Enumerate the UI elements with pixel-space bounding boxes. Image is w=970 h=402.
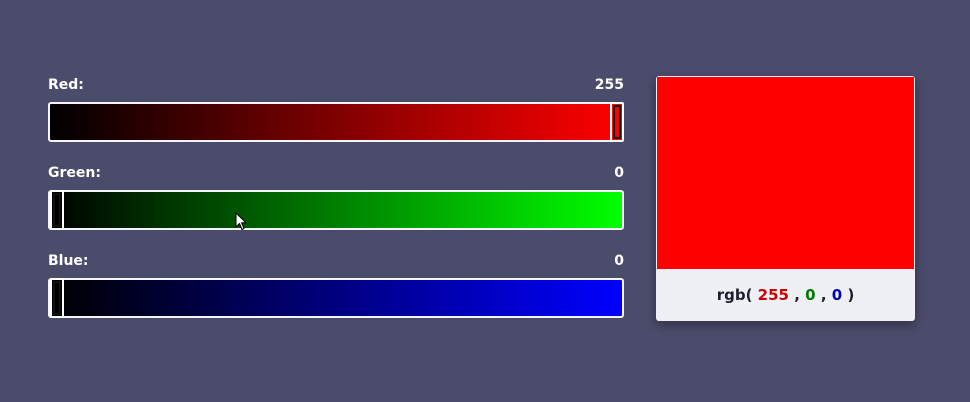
slider-green-value: 0 <box>614 165 624 181</box>
rgb-red-value: 255 <box>757 286 789 304</box>
rgb-blue-value: 0 <box>831 286 843 304</box>
rgb-readout: rgb( 255 , 0 , 0 ) <box>656 269 915 321</box>
slider-red-track[interactable] <box>48 102 624 142</box>
slider-red-label: Red: <box>48 77 84 93</box>
slider-green-label: Green: <box>48 165 101 181</box>
color-swatch <box>657 77 914 269</box>
rgb-separator: , <box>794 286 800 304</box>
mouse-pointer-icon <box>235 212 247 230</box>
color-preview-card: rgb( 255 , 0 , 0 ) <box>656 76 915 321</box>
rgb-separator: , <box>820 286 827 304</box>
rgb-suffix: ) <box>847 286 855 304</box>
slider-red-value: 255 <box>594 77 624 93</box>
rgb-prefix: rgb( <box>716 286 753 304</box>
slider-blue-label: Blue: <box>48 253 89 269</box>
slider-red-thumb[interactable] <box>610 102 624 142</box>
rgb-green-value: 0 <box>805 286 816 304</box>
slider-blue-track[interactable] <box>48 278 624 318</box>
slider-blue-thumb[interactable] <box>50 278 64 318</box>
slider-blue-value: 0 <box>614 253 624 269</box>
slider-green-track[interactable] <box>48 190 624 230</box>
slider-green-thumb[interactable] <box>50 190 64 230</box>
